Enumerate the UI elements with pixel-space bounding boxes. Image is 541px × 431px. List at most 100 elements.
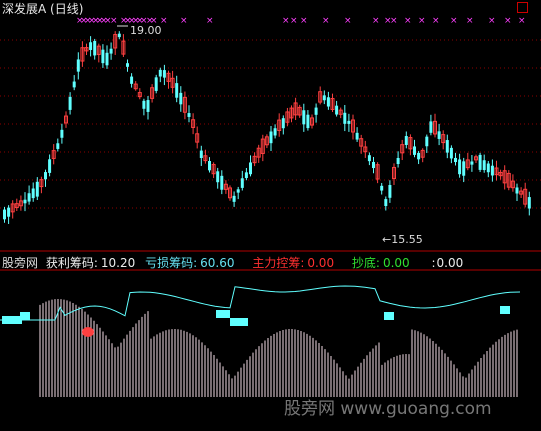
- candle-body: [179, 92, 183, 105]
- candle-body: [269, 131, 273, 144]
- candle-body: [31, 188, 35, 199]
- legend-profit-value: 10.20: [100, 256, 136, 270]
- loss-bar: [230, 318, 248, 326]
- candle-body: [216, 171, 220, 183]
- candle-body: [154, 77, 158, 91]
- candle-body: [117, 33, 121, 38]
- candle-body: [372, 161, 375, 169]
- candle-body: [3, 209, 6, 220]
- candle-body: [326, 97, 330, 107]
- candle-body: [249, 162, 252, 175]
- candle-body: [56, 143, 60, 149]
- candle-body: [306, 114, 310, 129]
- candle-body: [236, 189, 240, 193]
- control-marker: [82, 327, 94, 337]
- signal-marker-icon: ×: [488, 16, 496, 26]
- signal-marker-icon: ×: [290, 16, 298, 26]
- signal-marker-icon: ×: [300, 16, 308, 26]
- signal-marker-icon: ×: [390, 16, 398, 26]
- legend-bottom-value: 0.00: [382, 256, 410, 270]
- loss-bar: [384, 312, 394, 320]
- legend-extra-value: 0.00: [436, 256, 464, 270]
- candle-body: [35, 181, 39, 197]
- candle-body: [335, 105, 339, 115]
- candle-body: [44, 172, 47, 180]
- loss-bar: [2, 316, 22, 324]
- candle-body: [486, 163, 490, 173]
- chart-canvas[interactable]: ××××××××× ×××××××× × × × × × × × × × ×× × × × × × × × × 19.…: [0, 0, 541, 427]
- candle-body: [343, 112, 347, 124]
- candle-body: [7, 207, 11, 217]
- candle-body: [367, 155, 371, 162]
- stock-name: 深发展A: [2, 2, 47, 16]
- candle-body: [232, 195, 236, 202]
- high-price-label: 19.00: [130, 24, 162, 37]
- candle-body: [208, 161, 211, 171]
- signal-marker-icon: ×: [110, 16, 118, 26]
- candle-body: [458, 159, 462, 175]
- candle-body: [126, 63, 129, 67]
- candlestick-series: [3, 31, 531, 224]
- signal-marker-icon: ×: [466, 16, 474, 26]
- candle-body: [187, 113, 191, 117]
- candle-body: [240, 178, 244, 188]
- signal-marker-icon: ×: [418, 16, 426, 26]
- candle-body: [244, 172, 248, 179]
- candle-body: [48, 159, 52, 173]
- candle-body: [490, 165, 494, 176]
- legend-extra-label: :: [431, 256, 436, 270]
- candle-body: [109, 48, 113, 54]
- candle-body: [417, 152, 421, 160]
- legend-profit-label: 获利筹码:: [45, 256, 98, 270]
- loss-bar: [20, 312, 30, 320]
- loss-line: [0, 285, 521, 321]
- candle-body: [425, 136, 429, 147]
- candle-body: [449, 147, 453, 159]
- candle-body: [89, 42, 93, 50]
- candle-body: [146, 100, 150, 112]
- candle-body: [199, 150, 203, 159]
- signal-marker-icon: ×: [372, 16, 380, 26]
- signal-marker-icon: ×: [404, 16, 412, 26]
- legend-control-value: 0.00: [307, 256, 335, 270]
- candle-body: [314, 107, 318, 115]
- candle-body: [175, 83, 179, 98]
- candle-body: [429, 121, 433, 133]
- candle-body: [273, 128, 277, 136]
- candle-body: [413, 146, 416, 155]
- legend-control-label: 主力控筹:: [252, 256, 305, 270]
- candle-body: [76, 59, 80, 72]
- candle-body: [302, 110, 306, 125]
- candle-body: [60, 129, 64, 138]
- legend-loss-value: 60.60: [200, 256, 235, 270]
- signal-marker-icon: ×: [344, 16, 352, 26]
- period-label: (日线): [50, 2, 84, 16]
- signal-marker-icon: ×: [504, 16, 512, 26]
- candle-body: [445, 140, 449, 153]
- signal-marker-icon: ×: [432, 16, 440, 26]
- watermark: 股旁网 www.guoang.com: [284, 399, 492, 419]
- candle-body: [27, 193, 31, 202]
- signal-marker-icon: ×: [180, 16, 188, 26]
- candle-body: [68, 96, 72, 110]
- loss-bar: [216, 310, 230, 318]
- candle-body: [72, 81, 76, 88]
- low-price-label: ←15.55: [382, 233, 423, 246]
- candle-body: [437, 131, 441, 139]
- candle-body: [515, 187, 519, 194]
- candle-body: [101, 49, 105, 64]
- candle-body: [281, 118, 285, 129]
- candle-body: [355, 132, 359, 140]
- candle-body: [396, 157, 400, 165]
- legend-bottom-label: 抄底:: [351, 256, 380, 270]
- candle-body: [462, 161, 466, 176]
- candle-body: [380, 185, 384, 191]
- chart-stage[interactable]: × × × × × × × × × × × × × × × × × × × × × × × × × × × × × × × × × × × × 19.…: [0, 0, 541, 427]
- candle-body: [482, 160, 486, 171]
- close-icon[interactable]: [517, 2, 528, 13]
- candle-body: [527, 197, 531, 209]
- legend-loss-label: 亏损筹码:: [145, 256, 198, 270]
- candle-body: [130, 76, 134, 84]
- signal-marker-icon: ×: [282, 16, 290, 26]
- candle-body: [105, 52, 109, 66]
